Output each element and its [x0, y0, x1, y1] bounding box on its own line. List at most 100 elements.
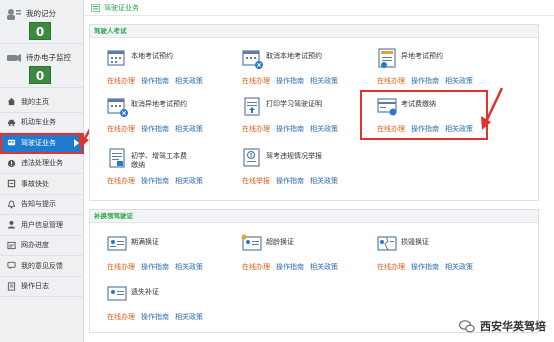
- service-local-exam-booking[interactable]: 本地考试预约 在线办理 操作指南 相关政策: [96, 44, 226, 88]
- service-print-learning-cert[interactable]: 打印学习驾驶证明 在线办理 操作指南 相关政策: [231, 92, 361, 136]
- online-handle-link[interactable]: 在线办理: [107, 312, 135, 322]
- lost-card-icon: [107, 286, 127, 301]
- watermark: 西安华英驾培: [459, 318, 546, 334]
- watermark-text: 西安华英驾培: [480, 320, 546, 333]
- policy-link[interactable]: 相关政策: [175, 76, 203, 86]
- main-content: 驾驶证业务 驾驶人考试 本地考试预约 在线办理 操作指南 相关政策 取消本地考试预约…: [84, 0, 554, 342]
- sidebar-item-progress[interactable]: 网办进度: [0, 236, 84, 256]
- guide-link[interactable]: 操作指南: [276, 76, 304, 86]
- sidebar-item-label: 违法处理业务: [21, 159, 63, 168]
- online-handle-link[interactable]: 在线办理: [107, 76, 135, 86]
- breadcrumb-text: 驾驶证业务: [104, 4, 139, 12]
- online-handle-link[interactable]: 在线办理: [242, 76, 270, 86]
- service-damaged-renewal[interactable]: 损毁换证 在线办理 操作指南 相关政策: [366, 230, 496, 274]
- service-lost-replacement[interactable]: 遗失补证 在线办理 操作指南 相关政策: [96, 280, 226, 324]
- panel-title: 驾驶人考试: [90, 25, 538, 38]
- sidebar-item-label: 告知与提示: [21, 200, 56, 209]
- service-title: 超龄换证: [266, 238, 294, 246]
- service-title-line2: 缴纳: [131, 161, 145, 169]
- policy-link[interactable]: 相关政策: [310, 176, 338, 186]
- policy-link[interactable]: 相关政策: [445, 262, 473, 272]
- service-cancel-remote-exam[interactable]: 取消异地考试预约 在线办理 操作指南 相关政策: [96, 92, 226, 136]
- highlight-frame: [360, 90, 488, 140]
- bell-icon: [7, 200, 16, 209]
- calendar-cancel-icon: [107, 98, 128, 117]
- online-report-link[interactable]: 在线举报: [242, 176, 270, 186]
- guide-link[interactable]: 操作指南: [276, 176, 304, 186]
- sidebar-item-label: 网办进度: [21, 241, 49, 250]
- guide-link[interactable]: 操作指南: [141, 176, 169, 186]
- policy-link[interactable]: 相关政策: [310, 76, 338, 86]
- service-expiry-renewal[interactable]: 期满换证 在线办理 操作指南 相关政策: [96, 230, 226, 274]
- service-overage-renewal[interactable]: 超龄换证 在线办理 操作指南 相关政策: [231, 230, 361, 274]
- service-title: 打印学习驾驶证明: [266, 100, 322, 108]
- online-handle-link[interactable]: 在线办理: [107, 262, 135, 272]
- service-title: 异地考试预约: [401, 52, 443, 60]
- score-widget[interactable]: 我的记分 0: [0, 0, 83, 44]
- service-title: 取消本地考试预约: [266, 52, 322, 60]
- breadcrumb: 驾驶证业务: [91, 2, 139, 14]
- sidebar-item-accident[interactable]: 事故快处: [0, 174, 84, 195]
- sidebar-item-violation[interactable]: 违法处理业务: [0, 154, 84, 174]
- license-icon: [7, 140, 16, 146]
- service-cancel-local-exam[interactable]: 取消本地考试预约 在线办理 操作指南 相关政策: [231, 44, 361, 88]
- policy-link[interactable]: 相关政策: [175, 124, 203, 134]
- service-title: 本地考试预约: [131, 52, 173, 60]
- home-icon: [7, 98, 16, 106]
- online-handle-link[interactable]: 在线办理: [242, 262, 270, 272]
- online-handle-link[interactable]: 在线办理: [107, 124, 135, 134]
- sidebar: 我的记分 0 待办电子监控 0 我的主页 机动车业务 驾驶证业务 违法处理业务 …: [0, 0, 84, 342]
- sidebar-item-label: 操作日志: [21, 282, 49, 291]
- calendar-icon: [107, 50, 125, 66]
- service-remote-exam-booking[interactable]: 异地考试预约 在线办理 操作指南 相关政策: [366, 44, 496, 88]
- service-cost-payment[interactable]: 初学、增驾工本费 缴纳 在线办理 操作指南 相关政策: [96, 144, 226, 188]
- policy-link[interactable]: 相关政策: [175, 262, 203, 272]
- monitor-widget[interactable]: 待办电子监控 0: [0, 44, 83, 88]
- policy-link[interactable]: 相关政策: [310, 124, 338, 134]
- sidebar-item-log[interactable]: 操作日志: [0, 277, 84, 297]
- online-handle-link[interactable]: 在线办理: [107, 176, 135, 186]
- sidebar-item-label: 我的主页: [21, 97, 49, 106]
- guide-link[interactable]: 操作指南: [141, 262, 169, 272]
- print-icon: [244, 97, 260, 116]
- guide-link[interactable]: 操作指南: [411, 76, 439, 86]
- sidebar-item-feedback[interactable]: 我的意见反馈: [0, 256, 84, 277]
- service-title: 期满换证: [131, 238, 159, 246]
- sidebar-item-user-info[interactable]: 用户信息管理: [0, 215, 84, 236]
- policy-link[interactable]: 相关政策: [310, 262, 338, 272]
- annotation-arrow-right: [481, 87, 504, 130]
- service-title: 驾考违规情况举报: [266, 152, 322, 160]
- online-handle-link[interactable]: 在线办理: [377, 262, 405, 272]
- progress-icon: [7, 241, 16, 249]
- policy-link[interactable]: 相关政策: [175, 176, 203, 186]
- report-icon: [243, 148, 260, 167]
- sidebar-item-label: 用户信息管理: [21, 220, 63, 229]
- guide-link[interactable]: 操作指南: [141, 312, 169, 322]
- score-value: 0: [29, 22, 51, 40]
- sidebar-item-notice[interactable]: 告知与提示: [0, 195, 84, 215]
- log-icon: [7, 282, 16, 291]
- document-icon: [109, 148, 125, 168]
- guide-link[interactable]: 操作指南: [141, 76, 169, 86]
- guide-link[interactable]: 操作指南: [276, 262, 304, 272]
- feedback-icon: [7, 262, 16, 270]
- calendar-cancel-icon: [242, 50, 263, 69]
- online-handle-link[interactable]: 在线办理: [242, 124, 270, 134]
- warning-icon: [7, 159, 16, 167]
- policy-link[interactable]: 相关政策: [445, 76, 473, 86]
- age-card-icon: [241, 234, 262, 251]
- sidebar-item-label: 我的意见反馈: [21, 261, 63, 270]
- guide-link[interactable]: 操作指南: [411, 262, 439, 272]
- panel-title: 补换领驾驶证: [90, 210, 538, 223]
- sidebar-item-label: 事故快处: [21, 179, 49, 188]
- id-card-icon: [378, 48, 396, 68]
- guide-link[interactable]: 操作指南: [141, 124, 169, 134]
- online-handle-link[interactable]: 在线办理: [377, 76, 405, 86]
- sidebar-item-label: 驾驶证业务: [21, 138, 56, 147]
- user-icon: [7, 221, 16, 229]
- service-exam-violation-report[interactable]: 驾考违规情况举报 在线举报 操作指南 相关政策: [231, 144, 361, 188]
- guide-link[interactable]: 操作指南: [276, 124, 304, 134]
- wechat-icon: [459, 319, 475, 332]
- policy-link[interactable]: 相关政策: [175, 312, 203, 322]
- monitor-value: 0: [29, 66, 51, 84]
